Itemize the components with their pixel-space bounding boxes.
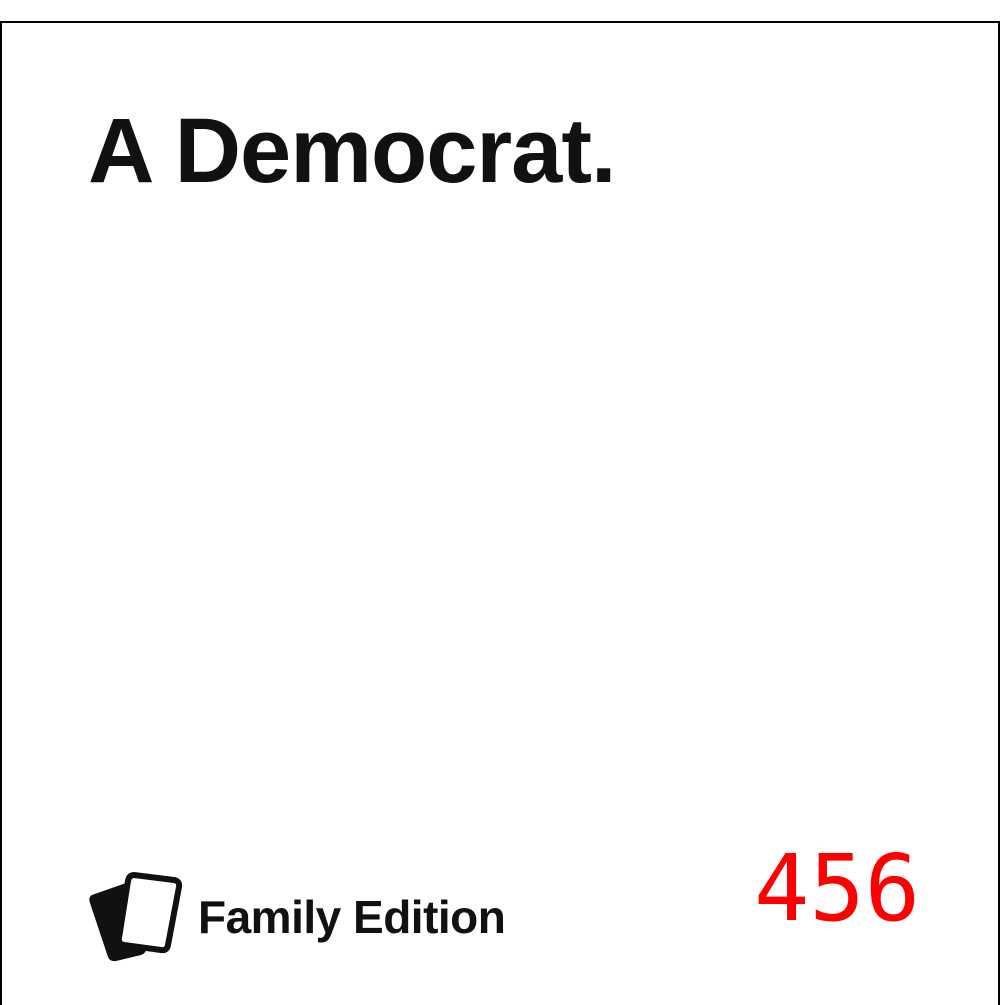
brand: Family Edition <box>88 871 506 963</box>
card-text: A Democrat. <box>88 100 617 202</box>
card-number: 456 <box>754 835 921 942</box>
stacked-cards-icon <box>89 872 183 962</box>
white-card: A Democrat. Family Edition 456 <box>0 21 1000 1005</box>
brand-label: Family Edition <box>198 891 506 943</box>
